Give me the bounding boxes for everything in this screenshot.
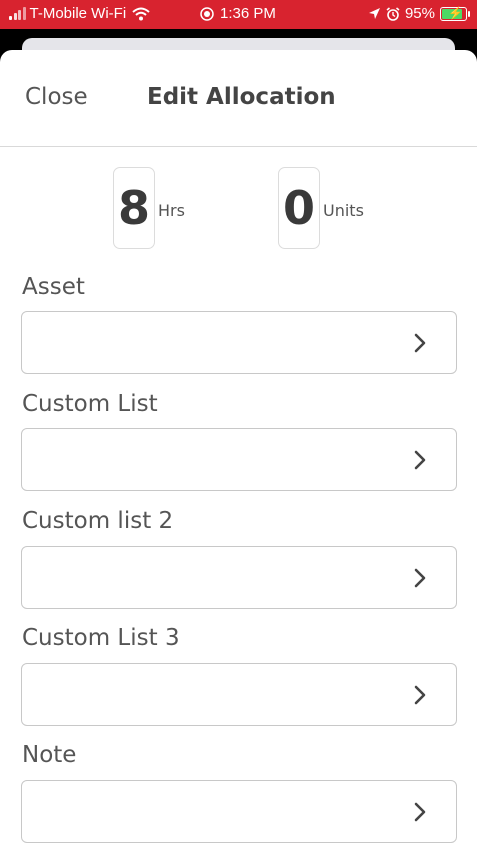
chevron-right-icon — [414, 450, 426, 470]
note-field[interactable] — [21, 780, 457, 843]
battery-percent: 95% — [404, 5, 435, 22]
wifi-icon — [132, 7, 150, 20]
custom-list-3-picker[interactable] — [21, 663, 457, 726]
custom-list-label: Custom List — [22, 391, 158, 417]
custom-list-2-label: Custom list 2 — [22, 508, 174, 534]
custom-list-3-label: Custom List 3 — [22, 625, 180, 651]
custom-list-picker[interactable] — [21, 428, 457, 491]
screen-record-icon — [200, 6, 214, 21]
chevron-right-icon — [414, 568, 426, 588]
page-title: Edit Allocation — [147, 84, 336, 110]
close-button[interactable]: Close — [25, 84, 88, 110]
cellular-signal-icon — [9, 7, 26, 20]
asset-label: Asset — [22, 274, 85, 300]
custom-list-2-picker[interactable] — [21, 546, 457, 609]
hours-counter[interactable]: 8 — [113, 167, 155, 249]
sheet-header: Close Edit Allocation — [0, 50, 477, 147]
asset-picker[interactable] — [21, 311, 457, 374]
hours-label: Hrs — [158, 201, 185, 220]
location-icon — [368, 8, 380, 19]
clock-time: 1:36 PM — [220, 5, 276, 22]
status-bar: T-Mobile Wi-Fi 1:36 PM 95% ⚡ — [0, 0, 477, 29]
carrier-name: T-Mobile Wi-Fi — [29, 5, 127, 22]
alarm-icon — [386, 6, 400, 21]
units-counter[interactable]: 0 — [278, 167, 320, 249]
chevron-right-icon — [414, 802, 426, 822]
chevron-right-icon — [414, 685, 426, 705]
note-label: Note — [22, 742, 77, 768]
charging-bolt-icon: ⚡ — [448, 5, 463, 20]
chevron-right-icon — [414, 333, 426, 353]
units-label: Units — [323, 201, 364, 220]
battery-icon: ⚡ — [440, 5, 470, 21]
edit-allocation-sheet: Close Edit Allocation 8 Hrs 0 Units Asse… — [0, 50, 477, 860]
